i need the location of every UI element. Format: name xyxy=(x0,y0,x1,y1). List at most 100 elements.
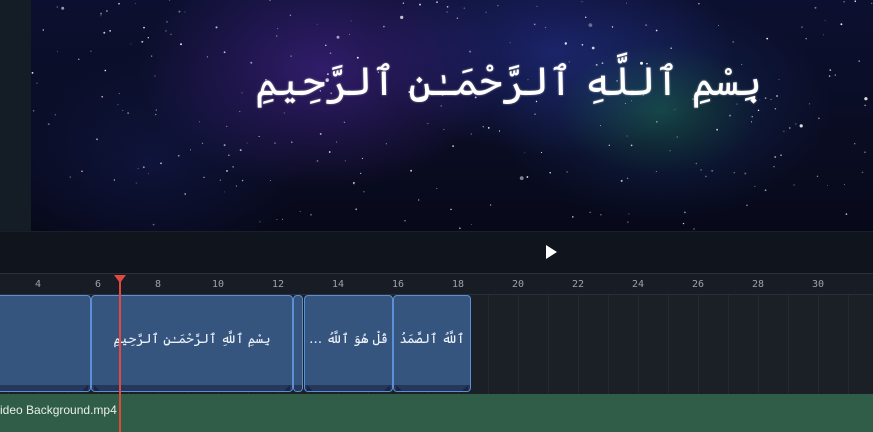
star xyxy=(232,166,234,168)
star xyxy=(143,26,145,29)
play-button[interactable] xyxy=(540,241,562,263)
star xyxy=(180,43,182,46)
text-clip[interactable] xyxy=(0,295,91,392)
star xyxy=(471,224,472,226)
star xyxy=(418,199,420,201)
playhead-handle[interactable] xyxy=(114,275,126,283)
star xyxy=(814,6,817,9)
star xyxy=(564,42,567,45)
star xyxy=(344,160,347,162)
star xyxy=(656,121,658,123)
star xyxy=(764,189,767,192)
clip-label: بِسْمِ ٱللَّهِ ٱلرَّحْمَـٰنِ ٱلرَّحِيمِ xyxy=(113,332,271,347)
star xyxy=(485,11,487,13)
resize-handle-right[interactable] xyxy=(284,385,290,391)
star xyxy=(463,7,465,9)
star xyxy=(169,0,171,1)
star xyxy=(352,182,355,185)
resize-handle-left[interactable] xyxy=(307,385,313,391)
star xyxy=(241,179,244,182)
text-clip[interactable]: بِسْمِ ٱللَّهِ ٱلرَّحْمَـٰنِ ٱلرَّحِيمِ xyxy=(91,295,293,392)
star xyxy=(801,26,803,28)
star xyxy=(101,95,103,98)
star xyxy=(854,0,857,2)
ruler-tick-label: 16 xyxy=(391,279,405,290)
star xyxy=(316,159,319,162)
star xyxy=(277,28,279,30)
star xyxy=(519,176,524,181)
star xyxy=(335,141,338,143)
timeline-ruler[interactable]: 4 6 8 10 12 14 16 18 20 22 24 26 28 30 xyxy=(0,273,873,295)
star xyxy=(223,144,226,147)
star xyxy=(359,172,362,175)
star xyxy=(805,37,807,40)
star xyxy=(774,107,777,110)
ruler-tick-label: 22 xyxy=(571,279,585,290)
star xyxy=(733,171,736,174)
star xyxy=(626,2,627,4)
video-track[interactable]: ideo Background.mp4 xyxy=(0,394,873,432)
text-clip[interactable] xyxy=(293,295,303,392)
star xyxy=(840,23,843,26)
star xyxy=(693,228,695,230)
star xyxy=(705,175,707,178)
text-clip[interactable]: قُلْ هُوَ ٱللَّهُ … xyxy=(304,295,393,392)
star xyxy=(155,109,158,111)
star xyxy=(135,182,137,184)
star xyxy=(336,35,340,39)
star xyxy=(669,150,671,152)
star xyxy=(57,51,58,52)
starfield xyxy=(31,0,873,230)
star xyxy=(788,127,791,129)
star xyxy=(780,154,782,157)
star xyxy=(151,55,153,57)
resize-handle-right[interactable] xyxy=(82,385,88,391)
star xyxy=(509,42,511,44)
star xyxy=(184,193,187,195)
ruler-tick-label: 24 xyxy=(631,279,645,290)
ruler-tick-label: 14 xyxy=(331,279,345,290)
star xyxy=(113,179,116,181)
star xyxy=(404,220,406,222)
star xyxy=(871,2,873,4)
star xyxy=(250,61,253,64)
ruler-tick-label: 20 xyxy=(511,279,525,290)
playhead[interactable] xyxy=(119,277,121,432)
star xyxy=(549,172,551,174)
star xyxy=(47,123,50,126)
star xyxy=(348,33,351,35)
star xyxy=(160,162,162,165)
star xyxy=(581,43,584,46)
star xyxy=(818,117,820,120)
resize-handle-left[interactable] xyxy=(94,385,100,391)
star xyxy=(764,97,767,99)
star xyxy=(325,44,327,47)
star xyxy=(497,4,499,7)
star xyxy=(226,125,228,127)
star xyxy=(436,188,438,190)
star xyxy=(154,75,156,77)
resize-handle-left[interactable] xyxy=(396,385,402,391)
star xyxy=(106,10,108,12)
text-clip[interactable]: ٱللَّهُ ٱلصَّمَدُ xyxy=(393,295,471,392)
clip-handle-bar xyxy=(394,385,470,391)
star xyxy=(383,25,385,28)
star xyxy=(246,142,248,144)
star xyxy=(843,183,845,186)
star xyxy=(774,156,777,158)
star xyxy=(96,138,98,141)
resize-handle-right[interactable] xyxy=(462,385,468,391)
star xyxy=(103,31,106,34)
star xyxy=(584,16,587,18)
star xyxy=(778,79,780,81)
resize-handle-right[interactable] xyxy=(384,385,390,391)
star xyxy=(177,154,180,157)
star xyxy=(178,10,181,13)
player-controls xyxy=(0,231,873,274)
star xyxy=(90,50,92,52)
star xyxy=(864,151,866,154)
star xyxy=(827,184,828,186)
star xyxy=(235,185,238,187)
star xyxy=(219,179,221,181)
clip-label xyxy=(0,296,90,383)
